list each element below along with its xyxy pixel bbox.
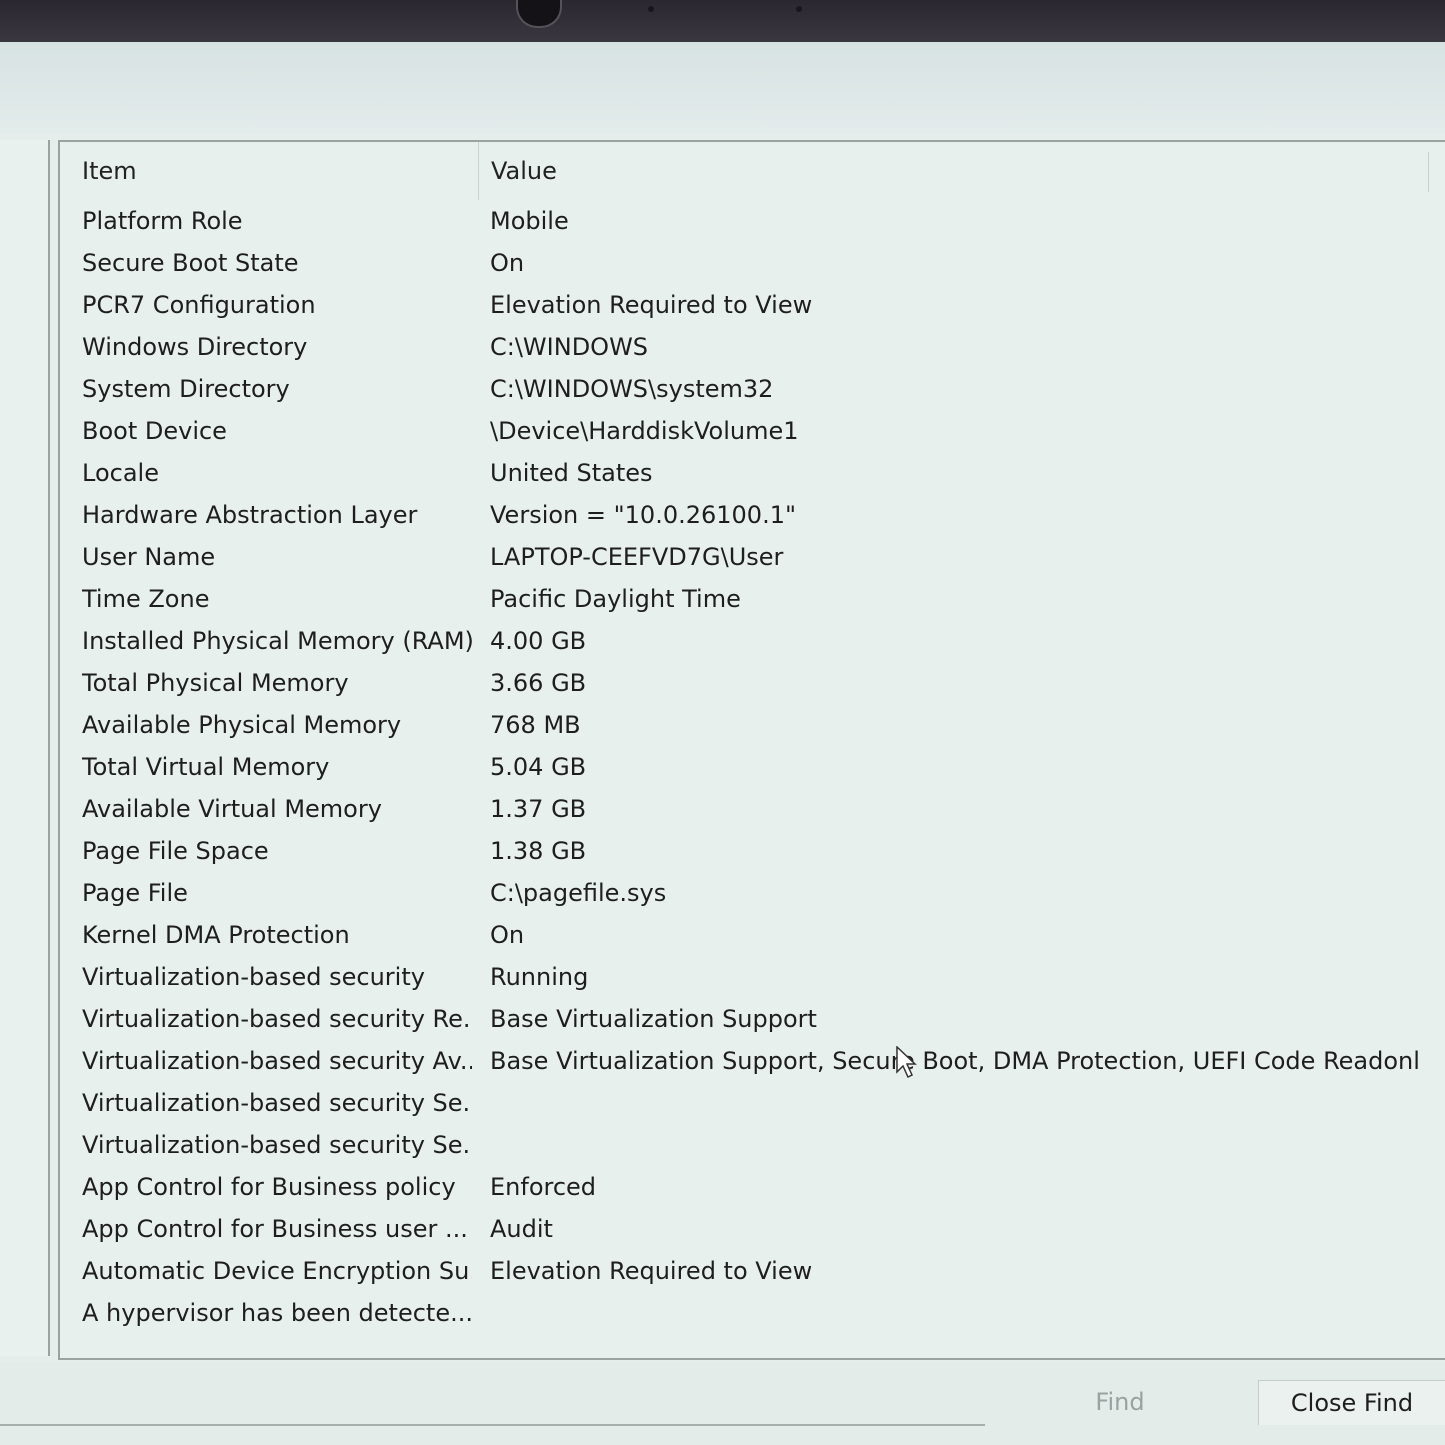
row-item-value: Mobile bbox=[490, 207, 569, 235]
list-row[interactable]: Virtualization-based security Re... Base … bbox=[60, 998, 1445, 1040]
list-row[interactable]: Page File C:\pagefile.sys bbox=[60, 872, 1445, 914]
row-item-name: Hardware Abstraction Layer bbox=[82, 501, 418, 529]
list-row[interactable]: A hypervisor has been detecte... bbox=[60, 1292, 1445, 1334]
row-item-value: Version = "10.0.26100.1" bbox=[490, 501, 797, 529]
row-item-name: Automatic Device Encryption Su... bbox=[82, 1257, 472, 1285]
row-item-value: On bbox=[490, 249, 525, 277]
list-row[interactable]: Virtualization-based security Se... bbox=[60, 1082, 1445, 1124]
row-item-value: Enforced bbox=[490, 1173, 597, 1201]
list-row[interactable]: Kernel DMA Protection On bbox=[60, 914, 1445, 956]
row-item-value: 5.04 GB bbox=[490, 753, 587, 781]
row-item-value: C:\pagefile.sys bbox=[490, 879, 667, 907]
list-row[interactable]: Total Physical Memory 3.66 GB bbox=[60, 662, 1445, 704]
row-item-name: Boot Device bbox=[82, 417, 227, 445]
row-item-value: Base Virtualization Support, Secure Boot… bbox=[490, 1047, 1420, 1075]
sensor-dot bbox=[648, 6, 654, 12]
webcam-icon bbox=[516, 0, 562, 28]
window-title-area bbox=[0, 42, 1445, 134]
row-item-name: App Control for Business user ... bbox=[82, 1215, 468, 1243]
list-row[interactable]: Virtualization-based security Se... bbox=[60, 1124, 1445, 1166]
row-item-name: Installed Physical Memory (RAM) bbox=[82, 627, 472, 655]
list-row[interactable]: Available Virtual Memory 1.37 GB bbox=[60, 788, 1445, 830]
row-item-value: Base Virtualization Support bbox=[490, 1005, 817, 1033]
row-item-value: 4.00 GB bbox=[490, 627, 587, 655]
row-item-name: Total Physical Memory bbox=[82, 669, 349, 697]
find-bar: Find Close Find bbox=[0, 1362, 1445, 1445]
list-row[interactable]: Locale United States bbox=[60, 452, 1445, 494]
row-item-value: Pacific Daylight Time bbox=[490, 585, 741, 613]
list-row[interactable]: Platform Role Mobile bbox=[60, 200, 1445, 242]
row-item-name: App Control for Business policy bbox=[82, 1173, 456, 1201]
row-item-name: User Name bbox=[82, 543, 216, 571]
row-item-value: 1.38 GB bbox=[490, 837, 587, 865]
row-item-name: Virtualization-based security bbox=[82, 963, 425, 991]
row-item-value: LAPTOP-CEEFVD7G\User bbox=[490, 543, 784, 571]
row-item-value: 768 MB bbox=[490, 711, 581, 739]
system-summary-list[interactable]: Item Value Platform Role Mobile Secure Boo… bbox=[58, 140, 1445, 1360]
row-item-value: Elevation Required to View bbox=[490, 291, 813, 319]
row-item-name: Total Virtual Memory bbox=[82, 753, 330, 781]
list-row[interactable]: Page File Space 1.38 GB bbox=[60, 830, 1445, 872]
list-row[interactable]: Hardware Abstraction Layer Version = "10.… bbox=[60, 494, 1445, 536]
list-row[interactable]: Virtualization-based security Av... Base … bbox=[60, 1040, 1445, 1082]
column-header-value[interactable]: Value bbox=[478, 142, 1431, 200]
list-row[interactable]: App Control for Business user ... Audit bbox=[60, 1208, 1445, 1250]
list-row[interactable]: Secure Boot State On bbox=[60, 242, 1445, 284]
row-item-name: Available Physical Memory bbox=[82, 711, 402, 739]
row-item-name: Page File Space bbox=[82, 837, 269, 865]
column-divider[interactable] bbox=[1428, 152, 1429, 192]
list-row[interactable]: App Control for Business policy Enforced bbox=[60, 1166, 1445, 1208]
list-row[interactable]: Total Virtual Memory 5.04 GB bbox=[60, 746, 1445, 788]
list-row[interactable]: System Directory C:\WINDOWS\system32 bbox=[60, 368, 1445, 410]
row-item-name: Virtualization-based security Se... bbox=[82, 1089, 472, 1117]
row-item-name: Virtualization-based security Re... bbox=[82, 1005, 472, 1033]
row-item-value: C:\WINDOWS\system32 bbox=[490, 375, 774, 403]
find-button[interactable]: Find bbox=[1060, 1380, 1180, 1424]
row-item-name: Platform Role bbox=[82, 207, 243, 235]
row-item-name: Windows Directory bbox=[82, 333, 308, 361]
row-item-value: \Device\HarddiskVolume1 bbox=[490, 417, 799, 445]
list-row[interactable]: Windows Directory C:\WINDOWS bbox=[60, 326, 1445, 368]
row-item-name: Kernel DMA Protection bbox=[82, 921, 350, 949]
row-item-value: Running bbox=[490, 963, 589, 991]
close-find-button[interactable]: Close Find bbox=[1258, 1380, 1445, 1425]
row-item-name: A hypervisor has been detecte... bbox=[82, 1299, 472, 1327]
row-item-name: Virtualization-based security Av... bbox=[82, 1047, 472, 1075]
column-header-item[interactable]: Item bbox=[82, 142, 476, 200]
row-item-value: Audit bbox=[490, 1215, 553, 1243]
laptop-bezel bbox=[0, 0, 1445, 42]
row-item-value: United States bbox=[490, 459, 653, 487]
row-item-value: 1.37 GB bbox=[490, 795, 587, 823]
row-item-name: Locale bbox=[82, 459, 159, 487]
find-field-underline bbox=[0, 1424, 985, 1426]
list-row[interactable]: Installed Physical Memory (RAM) 4.00 GB bbox=[60, 620, 1445, 662]
row-item-value: 3.66 GB bbox=[490, 669, 587, 697]
list-row[interactable]: User Name LAPTOP-CEEFVD7G\User bbox=[60, 536, 1445, 578]
row-item-name: Available Virtual Memory bbox=[82, 795, 382, 823]
row-item-value: C:\WINDOWS bbox=[490, 333, 649, 361]
category-tree-pane[interactable] bbox=[0, 140, 50, 1356]
list-row[interactable]: Available Physical Memory 768 MB bbox=[60, 704, 1445, 746]
row-item-name: PCR7 Configuration bbox=[82, 291, 316, 319]
row-item-name: Secure Boot State bbox=[82, 249, 299, 277]
list-row[interactable]: PCR7 Configuration Elevation Required to … bbox=[60, 284, 1445, 326]
row-item-name: Page File bbox=[82, 879, 188, 907]
row-item-name: Time Zone bbox=[82, 585, 210, 613]
row-item-value: Elevation Required to View bbox=[490, 1257, 813, 1285]
row-item-value: On bbox=[490, 921, 525, 949]
list-row[interactable]: Virtualization-based security Running bbox=[60, 956, 1445, 998]
mouse-pointer-icon bbox=[896, 1046, 917, 1079]
list-row[interactable]: Boot Device \Device\HarddiskVolume1 bbox=[60, 410, 1445, 452]
row-item-name: System Directory bbox=[82, 375, 290, 403]
sensor-dot bbox=[796, 6, 802, 12]
list-rows: Platform Role Mobile Secure Boot State On PC… bbox=[60, 200, 1445, 1334]
list-header: Item Value bbox=[60, 142, 1445, 200]
row-item-name: Virtualization-based security Se... bbox=[82, 1131, 472, 1159]
list-row[interactable]: Automatic Device Encryption Su... Elevati… bbox=[60, 1250, 1445, 1292]
list-row[interactable]: Time Zone Pacific Daylight Time bbox=[60, 578, 1445, 620]
